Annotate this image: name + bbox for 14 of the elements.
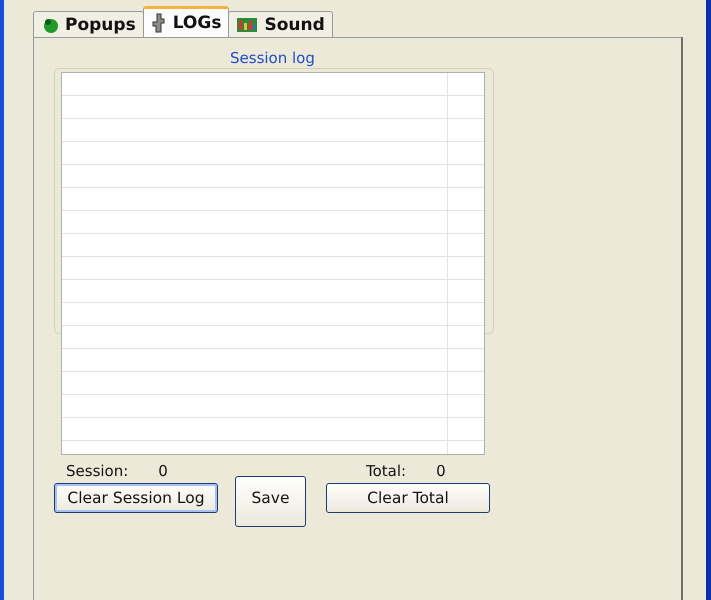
session-count: 0	[158, 462, 168, 480]
save-button[interactable]: Save	[235, 476, 306, 527]
total-count: 0	[436, 462, 446, 480]
tab[interactable]: LOGs	[142, 6, 230, 37]
log-list[interactable]	[61, 72, 485, 455]
total-label: Total:	[366, 462, 406, 480]
session-label: Session:	[66, 462, 128, 480]
tab[interactable]: Popups	[33, 11, 144, 37]
tab[interactable]: Sound	[228, 11, 333, 37]
group-title: Session log	[228, 49, 317, 67]
clear-total-button[interactable]: Clear Total	[326, 483, 490, 513]
equalizer-icon	[236, 16, 258, 34]
clear-session-log-button[interactable]: Clear Session Log	[54, 483, 218, 513]
figure-icon	[150, 13, 167, 33]
